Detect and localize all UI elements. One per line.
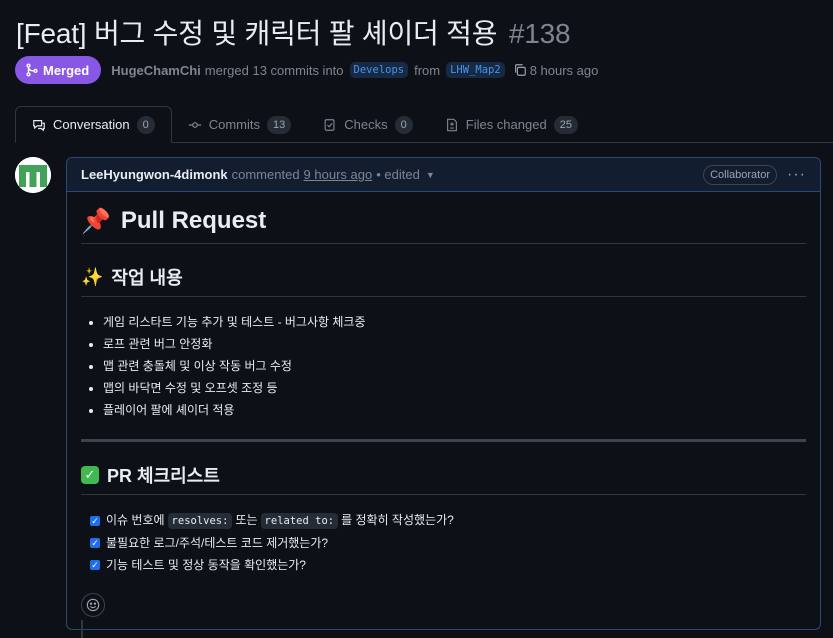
comment-author-link[interactable]: LeeHyungwon-4dimonk [81, 167, 228, 182]
head-branch[interactable]: LHW_Map2 [446, 62, 505, 78]
check-mark-box-icon: ✓ [81, 466, 99, 484]
pr-title: [Feat] 버그 수정 및 캐릭터 팔 셰이더 적용 #138 [16, 12, 571, 52]
heading-pr-checklist: ✅ ✓ PR 체크리스트 [81, 462, 806, 495]
list-item: 맵의 바닥면 수정 및 오프셋 조정 등 [103, 377, 806, 399]
tab-checks-label: Checks [344, 117, 388, 132]
pushpin-icon: 📌 [81, 207, 111, 235]
tab-conversation-count: 0 [136, 115, 155, 134]
checklist-text-part: 이슈 번호에 [106, 513, 165, 527]
divider [81, 439, 806, 442]
inline-code: resolves: [167, 513, 233, 529]
checklist-item: ✓ 기능 테스트 및 정상 동작을 확인했는가? [90, 554, 806, 576]
comment-body: 📌 Pull Request ✨ 작업 내용 게임 리스타트 기능 추가 및 테… [81, 191, 806, 576]
commit-icon [188, 121, 201, 128]
checked-checkbox[interactable]: ✓ [90, 538, 100, 548]
work-list: 게임 리스타트 기능 추가 및 테스트 - 버그사항 체크중 로프 관련 버그 … [81, 311, 806, 421]
checklist-text-part: 또는 [235, 513, 258, 527]
list-item: 로프 관련 버그 안정화 [103, 333, 806, 355]
checklist-item: ✓ 이슈 번호에 resolves: 또는 related to: 를 정확히 작성했는… [90, 509, 806, 532]
checked-checkbox[interactable]: ✓ [90, 560, 100, 570]
add-reaction-button[interactable] [81, 593, 105, 617]
heading-work-content-text: 작업 내용 [111, 268, 183, 288]
list-item: 게임 리스타트 기능 추가 및 테스트 - 버그사항 체크중 [103, 311, 806, 333]
checklist-item: ✓ 불필요한 로그/주석/테스트 코드 제거했는가? [90, 532, 806, 554]
kebab-menu-icon[interactable]: ··· [787, 166, 806, 184]
checklist-text: 기능 테스트 및 정상 동작을 확인했는가? [106, 558, 306, 572]
sparkles-icon: ✨ [81, 266, 104, 288]
merge-time: 8 hours ago [529, 62, 599, 78]
merged-label: Merged [43, 62, 90, 78]
heading-pull-request-text: Pull Request [120, 207, 267, 234]
checks-icon [324, 118, 335, 131]
comment-header: LeeHyungwon-4dimonk commented 9 hours ag… [67, 158, 820, 192]
checklist-text: 이슈 번호에 resolves: 또는 related to: 를 정확히 작성했는가? [106, 509, 454, 532]
pr-meta: Merged HugeChamChi merged 13 commits int… [15, 56, 598, 84]
heading-pr-checklist-text: PR 체크리스트 [107, 466, 220, 486]
pr-author-link[interactable]: HugeChamChi [111, 63, 201, 78]
comment-action: commented [231, 167, 300, 182]
file-diff-icon [446, 118, 457, 131]
tab-conversation-label: Conversation [53, 117, 130, 132]
checked-checkbox[interactable]: ✓ [90, 515, 100, 526]
identicon-avatar-icon [15, 157, 51, 193]
checklist-text-part: 를 정확히 작성했는가? [341, 513, 454, 527]
collaborator-badge: Collaborator [703, 164, 778, 185]
heading-pull-request: 📌 Pull Request [81, 207, 806, 244]
pr-number: #138 [508, 18, 571, 49]
list-item: 맵 관련 충돌체 및 이상 작동 버그 수정 [103, 355, 806, 377]
smiley-icon [86, 598, 100, 612]
tab-files-changed-count: 25 [553, 115, 578, 134]
merged-text: merged 13 commits into [204, 62, 344, 78]
chevron-down-icon[interactable]: ▼ [426, 170, 435, 180]
inline-code: related to: [260, 513, 339, 529]
tab-conversation[interactable]: Conversation 0 [15, 106, 172, 143]
pr-checklist: ✓ 이슈 번호에 resolves: 또는 related to: 를 정확히 작성했는… [81, 509, 806, 576]
tab-commits[interactable]: Commits 13 [172, 107, 308, 142]
list-item: 플레이어 팔에 셰이더 적용 [103, 399, 806, 421]
tab-checks[interactable]: Checks 0 [307, 107, 428, 142]
from-text: from [414, 62, 441, 78]
git-merge-icon [26, 63, 38, 77]
checklist-text: 불필요한 로그/주석/테스트 코드 제거했는가? [106, 536, 329, 550]
timeline-line [81, 620, 83, 638]
tab-commits-count: 13 [267, 115, 292, 134]
pr-tabs: Conversation 0 Commits 13 Checks 0 Files… [15, 106, 833, 143]
comment-box: LeeHyungwon-4dimonk commented 9 hours ag… [66, 157, 821, 630]
copy-icon[interactable] [513, 63, 527, 77]
avatar[interactable] [15, 157, 51, 193]
tab-checks-count: 0 [394, 115, 413, 134]
tab-files-changed-label: Files changed [465, 117, 547, 132]
comment-time-link[interactable]: 9 hours ago [304, 167, 373, 182]
edited-dropdown[interactable]: • edited [376, 167, 420, 182]
base-branch[interactable]: Develops [349, 62, 409, 78]
tab-files-changed[interactable]: Files changed 25 [429, 107, 594, 142]
heading-work-content: ✨ 작업 내용 [81, 264, 806, 297]
pr-title-text: [Feat] 버그 수정 및 캐릭터 팔 셰이더 적용 [16, 18, 498, 49]
conversation-icon [33, 119, 45, 131]
merged-status-badge: Merged [15, 56, 102, 84]
tab-commits-label: Commits [208, 117, 261, 132]
